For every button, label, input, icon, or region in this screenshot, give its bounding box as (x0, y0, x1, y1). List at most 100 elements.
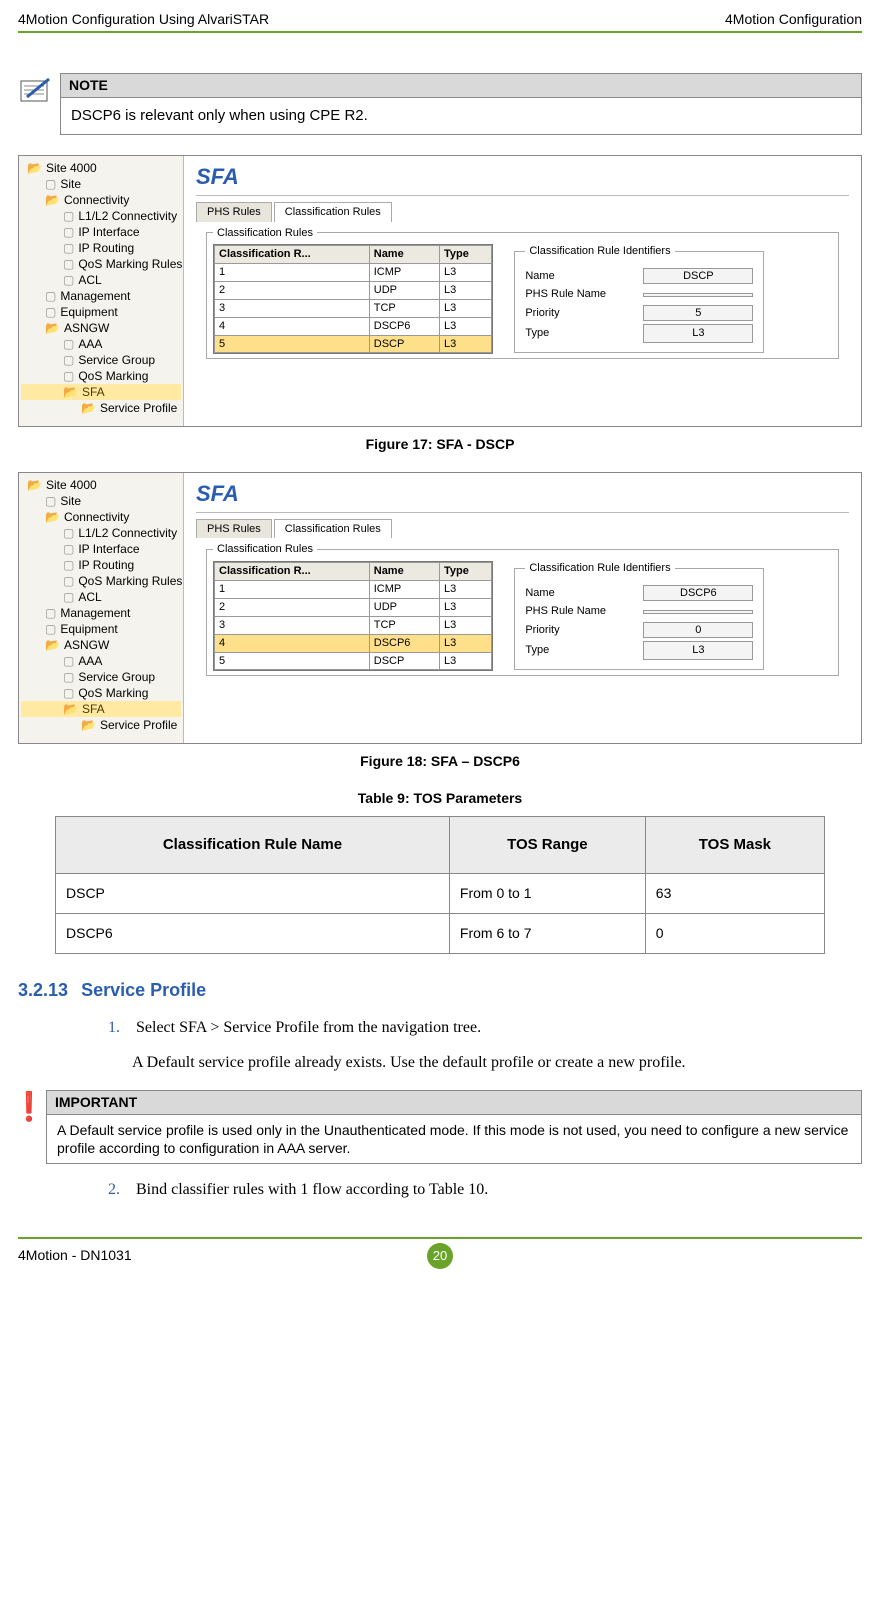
step-number: 2. (108, 1178, 132, 1203)
tree-aaa[interactable]: AAA (78, 336, 102, 352)
header-left: 4Motion Configuration Using AlvariSTAR (18, 10, 269, 29)
folder-icon: 📂 (81, 400, 96, 416)
tree-equipment[interactable]: Equipment (60, 621, 117, 637)
table-row[interactable]: 2UDPL3 (215, 282, 492, 300)
tree-asngw[interactable]: ASNGW (64, 320, 109, 336)
table-row[interactable]: 1ICMPL3 (215, 264, 492, 282)
tree-site-item[interactable]: Site (60, 176, 81, 192)
tab-phs-rules[interactable]: PHS Rules (196, 202, 272, 222)
classification-rules-group: Classification Rules Classification R...… (206, 226, 839, 360)
ident-priority-label: Priority (525, 306, 559, 321)
figure-17-caption: Figure 17: SFA - DSCP (18, 435, 862, 454)
tree-site[interactable]: Site 4000 (46, 477, 97, 493)
tree-sfa[interactable]: SFA (82, 384, 105, 400)
tree-service-profile[interactable]: Service Profile (100, 400, 177, 416)
tree-l1l2[interactable]: L1/L2 Connectivity (78, 208, 177, 224)
tab-classification-rules[interactable]: Classification Rules (274, 519, 392, 539)
folder-icon: 📂 (45, 192, 60, 208)
ident-phs-label: PHS Rule Name (525, 287, 606, 302)
tree-ip-interface[interactable]: IP Interface (78, 541, 139, 557)
document-icon: ▢ (63, 653, 74, 669)
tree-site[interactable]: Site 4000 (46, 160, 97, 176)
table-row[interactable]: 5DSCPL3 (215, 652, 492, 670)
tree-service-group[interactable]: Service Group (78, 669, 155, 685)
document-icon: ▢ (63, 589, 74, 605)
document-icon: ▢ (63, 685, 74, 701)
header-right: 4Motion Configuration (725, 10, 862, 29)
navigation-tree[interactable]: 📂Site 4000 ▢Site 📂Connectivity ▢L1/L2 Co… (19, 156, 184, 426)
rule-identifiers-group: Classification Rule Identifiers Name PHS… (514, 244, 764, 353)
document-icon: ▢ (45, 176, 56, 192)
document-icon: ▢ (63, 224, 74, 240)
tree-qos-marking[interactable]: QoS Marking (78, 368, 148, 384)
th-rule-name: Classification Rule Name (56, 816, 450, 873)
table-row: DSCP6From 6 to 70 (56, 913, 825, 953)
tree-sfa[interactable]: SFA (82, 701, 105, 717)
tree-asngw[interactable]: ASNGW (64, 637, 109, 653)
step-text: Bind classifier rules with 1 flow accord… (136, 1181, 488, 1198)
table-row[interactable]: 3TCPL3 (215, 616, 492, 634)
tree-connectivity[interactable]: Connectivity (64, 509, 129, 525)
ident-priority-field[interactable] (643, 305, 753, 321)
ident-name-field[interactable] (643, 268, 753, 284)
classification-table[interactable]: Classification R... Name Type 1ICMPL3 2U… (213, 561, 493, 671)
tree-equipment[interactable]: Equipment (60, 304, 117, 320)
col-rule: Classification R... (215, 246, 370, 264)
ident-type-select[interactable]: L3 (643, 324, 753, 343)
ident-type-label: Type (525, 643, 549, 658)
document-icon: ▢ (63, 573, 74, 589)
ident-type-select[interactable]: L3 (643, 641, 753, 660)
tree-acl[interactable]: ACL (78, 272, 101, 288)
navigation-tree[interactable]: 📂Site 4000 ▢Site 📂Connectivity ▢L1/L2 Co… (19, 473, 184, 743)
ident-phs-select[interactable] (643, 610, 753, 614)
table-row[interactable]: 1ICMPL3 (215, 581, 492, 599)
tree-service-group[interactable]: Service Group (78, 352, 155, 368)
document-icon: ▢ (45, 605, 56, 621)
tree-qos-rules[interactable]: QoS Marking Rules (78, 256, 182, 272)
ident-priority-field[interactable] (643, 622, 753, 638)
tree-acl[interactable]: ACL (78, 589, 101, 605)
tab-bar: PHS Rules Classification Rules (196, 519, 849, 539)
table-row-selected[interactable]: 4DSCP6L3 (215, 634, 492, 652)
steps-list-cont: 2. Bind classifier rules with 1 flow acc… (108, 1178, 852, 1203)
tree-qos-rules[interactable]: QoS Marking Rules (78, 573, 182, 589)
tree-service-profile[interactable]: Service Profile (100, 717, 177, 733)
tree-connectivity[interactable]: Connectivity (64, 192, 129, 208)
tree-ip-interface[interactable]: IP Interface (78, 224, 139, 240)
tab-classification-rules[interactable]: Classification Rules (274, 202, 392, 222)
classification-table[interactable]: Classification R... Name Type 1ICMPL3 2U… (213, 244, 493, 354)
tree-site-item[interactable]: Site (60, 493, 81, 509)
important-body: A Default service profile is used only i… (47, 1115, 861, 1163)
col-name: Name (369, 246, 439, 264)
table-9-caption: Table 9: TOS Parameters (18, 789, 862, 808)
tree-ip-routing[interactable]: IP Routing (78, 557, 134, 573)
figure-18-caption: Figure 18: SFA – DSCP6 (18, 752, 862, 771)
ident-name-field[interactable] (643, 585, 753, 601)
page-header: 4Motion Configuration Using AlvariSTAR 4… (18, 10, 862, 33)
step-text: Select SFA > Service Profile from the na… (136, 1019, 481, 1036)
tree-ip-routing[interactable]: IP Routing (78, 240, 134, 256)
important-block: ❗ IMPORTANT A Default service profile is… (18, 1090, 862, 1164)
note-body: DSCP6 is relevant only when using CPE R2… (61, 98, 861, 134)
tree-l1l2[interactable]: L1/L2 Connectivity (78, 525, 177, 541)
folder-icon: 📂 (45, 509, 60, 525)
tree-management[interactable]: Management (60, 605, 130, 621)
note-block: NOTE DSCP6 is relevant only when using C… (18, 73, 862, 135)
document-icon: ▢ (63, 240, 74, 256)
ident-phs-select[interactable] (643, 293, 753, 297)
panel-title: SFA (196, 479, 849, 513)
table-row[interactable]: 3TCPL3 (215, 299, 492, 317)
table-row[interactable]: 2UDPL3 (215, 598, 492, 616)
tree-management[interactable]: Management (60, 288, 130, 304)
table-row[interactable]: 4DSCP6L3 (215, 317, 492, 335)
document-icon: ▢ (63, 525, 74, 541)
ident-name-label: Name (525, 586, 554, 601)
tree-aaa[interactable]: AAA (78, 653, 102, 669)
figure-17: 📂Site 4000 ▢Site 📂Connectivity ▢L1/L2 Co… (18, 155, 862, 427)
tab-phs-rules[interactable]: PHS Rules (196, 519, 272, 539)
document-icon: ▢ (63, 272, 74, 288)
section-title: Service Profile (81, 980, 206, 1000)
tree-qos-marking[interactable]: QoS Marking (78, 685, 148, 701)
table-row-selected[interactable]: 5DSCPL3 (215, 335, 492, 353)
document-icon: ▢ (63, 368, 74, 384)
